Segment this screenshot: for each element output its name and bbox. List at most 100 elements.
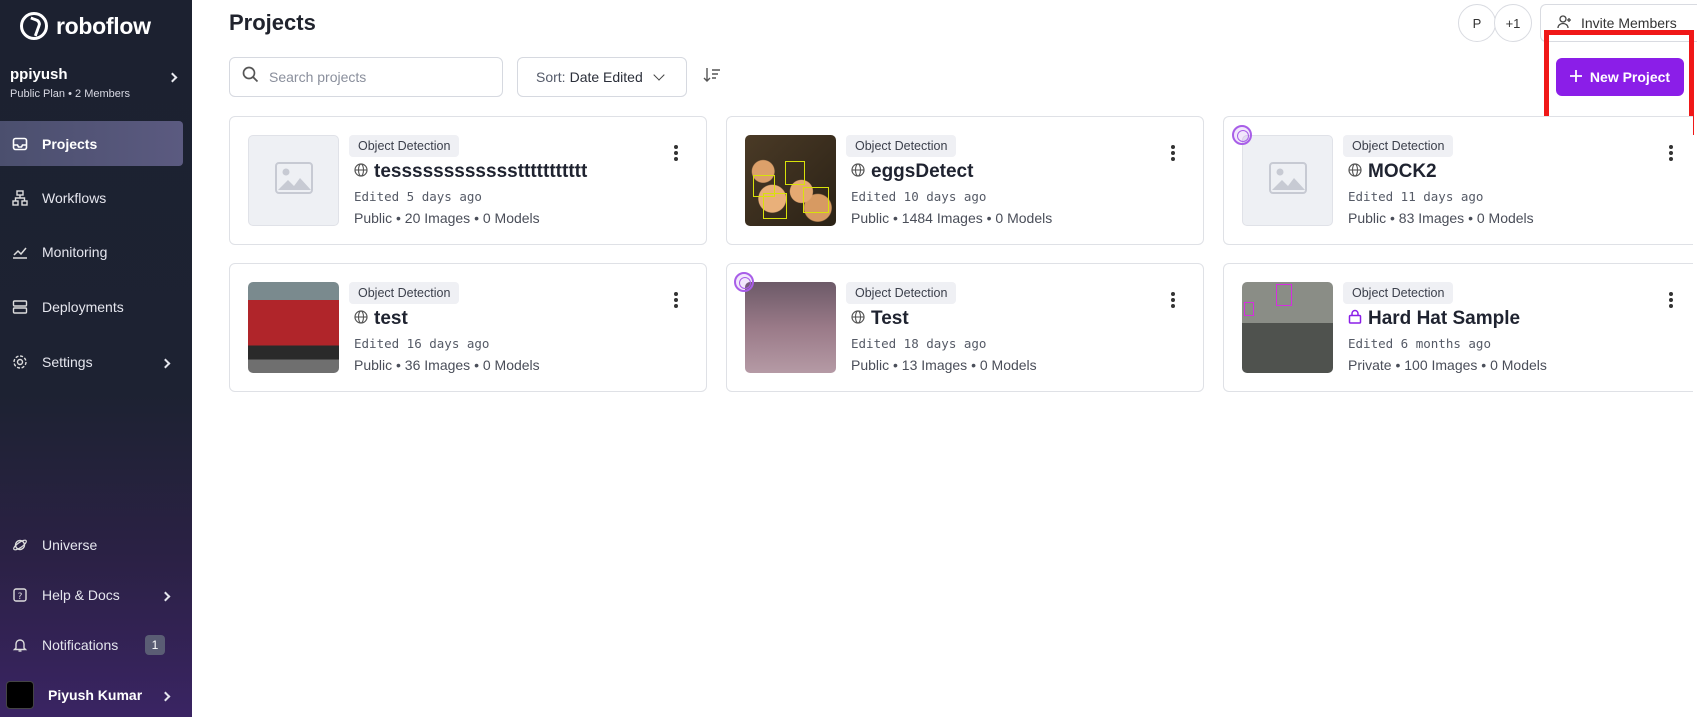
more-options-icon[interactable] [1669, 145, 1673, 161]
new-project-label: New Project [1589, 69, 1671, 85]
project-thumbnail-placeholder [248, 135, 339, 226]
sidebar-item-notifications[interactable]: Notifications 1 [0, 622, 183, 667]
project-name: MOCK2 [1348, 161, 1437, 183]
workspace-plan: Public Plan [10, 88, 66, 100]
search-box[interactable] [229, 57, 503, 97]
sidebar-item-deployments[interactable]: Deployments [0, 284, 183, 329]
sidebar: roboflow ppiyush Public Plan • 2 Members… [0, 0, 192, 717]
project-thumbnail [745, 282, 836, 373]
sidebar-item-workflows[interactable]: Workflows [0, 175, 183, 220]
project-name-text: eggsDetect [871, 161, 974, 182]
search-input[interactable] [269, 69, 489, 85]
sidebar-item-projects[interactable]: Projects [0, 121, 183, 166]
project-name: eggsDetect [851, 161, 973, 183]
sidebar-item-label: Universe [42, 536, 98, 553]
chevron-right-icon [160, 687, 171, 703]
lock-icon [1348, 308, 1362, 330]
project-card[interactable]: Object Detection Test Edited 18 days ago… [726, 263, 1204, 392]
sort-dropdown[interactable]: Sort: Date Edited [517, 57, 687, 97]
inbox-icon [12, 136, 28, 152]
bell-icon [12, 637, 28, 653]
project-name-text: test [374, 308, 408, 329]
page-title: Projects [229, 10, 316, 35]
planet-icon [12, 537, 28, 553]
project-type-tag: Object Detection [1343, 135, 1454, 157]
chevron-right-icon [167, 68, 178, 86]
project-name-text: MOCK2 [1368, 161, 1437, 182]
more-options-icon[interactable] [1669, 292, 1673, 308]
sort-direction-icon[interactable] [703, 67, 721, 88]
roboflow-logo[interactable]: roboflow [20, 12, 151, 40]
more-options-icon[interactable] [674, 145, 678, 161]
sidebar-item-label: Help & Docs [42, 586, 120, 603]
notifications-count-badge: 1 [145, 634, 165, 655]
bounding-box [1244, 302, 1254, 316]
project-type-tag: Object Detection [846, 282, 957, 304]
project-thumbnail [248, 282, 339, 373]
workspace-name: ppiyush [10, 66, 68, 83]
workspace-switcher[interactable]: ppiyush Public Plan • 2 Members [10, 66, 180, 100]
workflow-icon [12, 189, 28, 206]
project-meta: Public • 20 Images • 0 Models [354, 210, 540, 226]
invite-members-button[interactable]: Invite Members [1540, 4, 1697, 42]
project-type-tag: Object Detection [1343, 282, 1454, 304]
more-options-icon[interactable] [1171, 145, 1175, 161]
project-name: test [354, 308, 408, 330]
chevron-right-icon [160, 587, 171, 603]
sidebar-item-label: Deployments [42, 298, 124, 315]
sidebar-item-label: Monitoring [42, 243, 108, 260]
project-card[interactable]: Object Detection eggsDetect Edited 10 da… [726, 116, 1204, 245]
project-name: tessssssssssssttttttttttt [354, 161, 587, 183]
sidebar-item-label: Notifications [42, 636, 119, 653]
sidebar-item-monitoring[interactable]: Monitoring [0, 229, 183, 274]
cursor-indicator-icon [1232, 125, 1252, 145]
globe-icon [354, 161, 368, 183]
svg-text:?: ? [18, 592, 23, 602]
project-edited: Edited 6 months ago [1348, 336, 1491, 351]
more-members-avatar[interactable]: +1 [1494, 4, 1532, 42]
member-avatar[interactable]: P [1458, 4, 1496, 42]
project-edited: Edited 11 days ago [1348, 189, 1484, 204]
sort-prefix: Sort: [536, 69, 566, 85]
globe-icon [354, 308, 368, 330]
project-meta: Public • 83 Images • 0 Models [1348, 210, 1534, 226]
project-name-text: tessssssssssssttttttttttt [374, 161, 588, 182]
sort-value: Date Edited [569, 69, 643, 85]
plus-icon [1569, 69, 1582, 85]
sidebar-item-label: Workflows [42, 189, 107, 206]
project-edited: Edited 18 days ago [851, 336, 987, 351]
bounding-box [803, 187, 829, 213]
help-icon: ? [12, 587, 28, 603]
project-edited: Edited 5 days ago [354, 189, 482, 204]
project-card[interactable]: Object Detection test Edited 16 days ago… [229, 263, 707, 392]
project-type-tag: Object Detection [349, 282, 460, 304]
chevron-right-icon [160, 354, 171, 370]
sidebar-item-label: Settings [42, 353, 93, 370]
sidebar-item-universe[interactable]: Universe [0, 522, 183, 567]
project-name-text: Test [871, 308, 909, 329]
more-options-icon[interactable] [1171, 292, 1175, 308]
sidebar-item-help-docs[interactable]: ? Help & Docs [0, 572, 183, 617]
workspace-details: Public Plan • 2 Members [10, 88, 131, 100]
globe-icon [1348, 161, 1362, 183]
member-avatars[interactable]: P +1 [1458, 4, 1534, 42]
project-meta: Public • 13 Images • 0 Models [851, 357, 1037, 373]
globe-icon [851, 308, 865, 330]
invite-members-label: Invite Members [1581, 15, 1677, 31]
sidebar-item-settings[interactable]: Settings [0, 339, 183, 384]
project-card[interactable]: Object Detection Hard Hat Sample Edited … [1223, 263, 1693, 392]
project-meta: Public • 1484 Images • 0 Models [851, 210, 1053, 226]
brand-name: roboflow [56, 12, 151, 39]
project-card[interactable]: Object Detection MOCK2 Edited 11 days ag… [1223, 116, 1693, 245]
project-thumbnail [745, 135, 836, 226]
more-options-icon[interactable] [674, 292, 678, 308]
sidebar-user-menu[interactable]: Piyush Kumar [0, 672, 183, 717]
roboflow-logo-icon [20, 12, 48, 40]
project-type-tag: Object Detection [349, 135, 460, 157]
new-project-button[interactable]: New Project [1556, 58, 1684, 96]
project-card[interactable]: Object Detection tessssssssssssttttttttt… [229, 116, 707, 245]
bounding-box [785, 161, 805, 185]
bounding-box [1276, 284, 1292, 306]
globe-icon [851, 161, 865, 183]
search-icon [242, 66, 259, 88]
